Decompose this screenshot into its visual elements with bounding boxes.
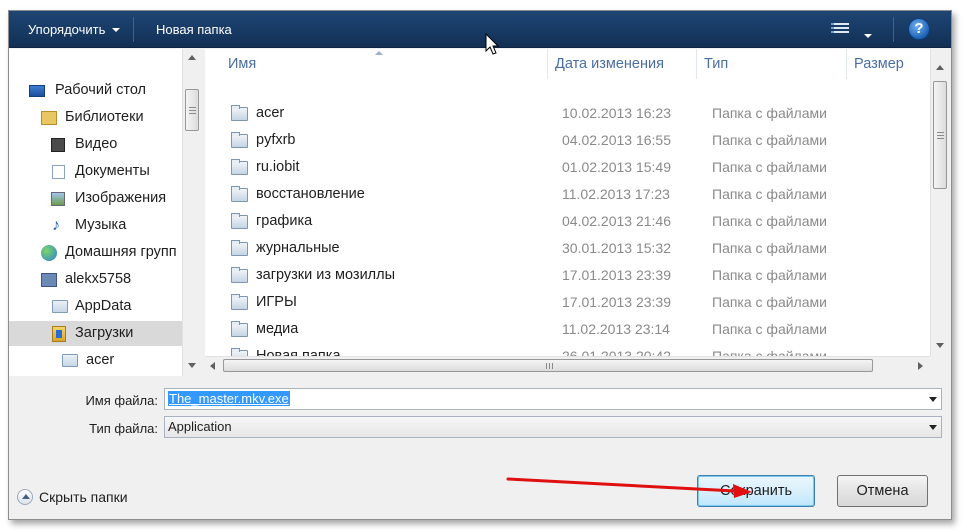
annotation-arrow-icon xyxy=(506,477,752,498)
